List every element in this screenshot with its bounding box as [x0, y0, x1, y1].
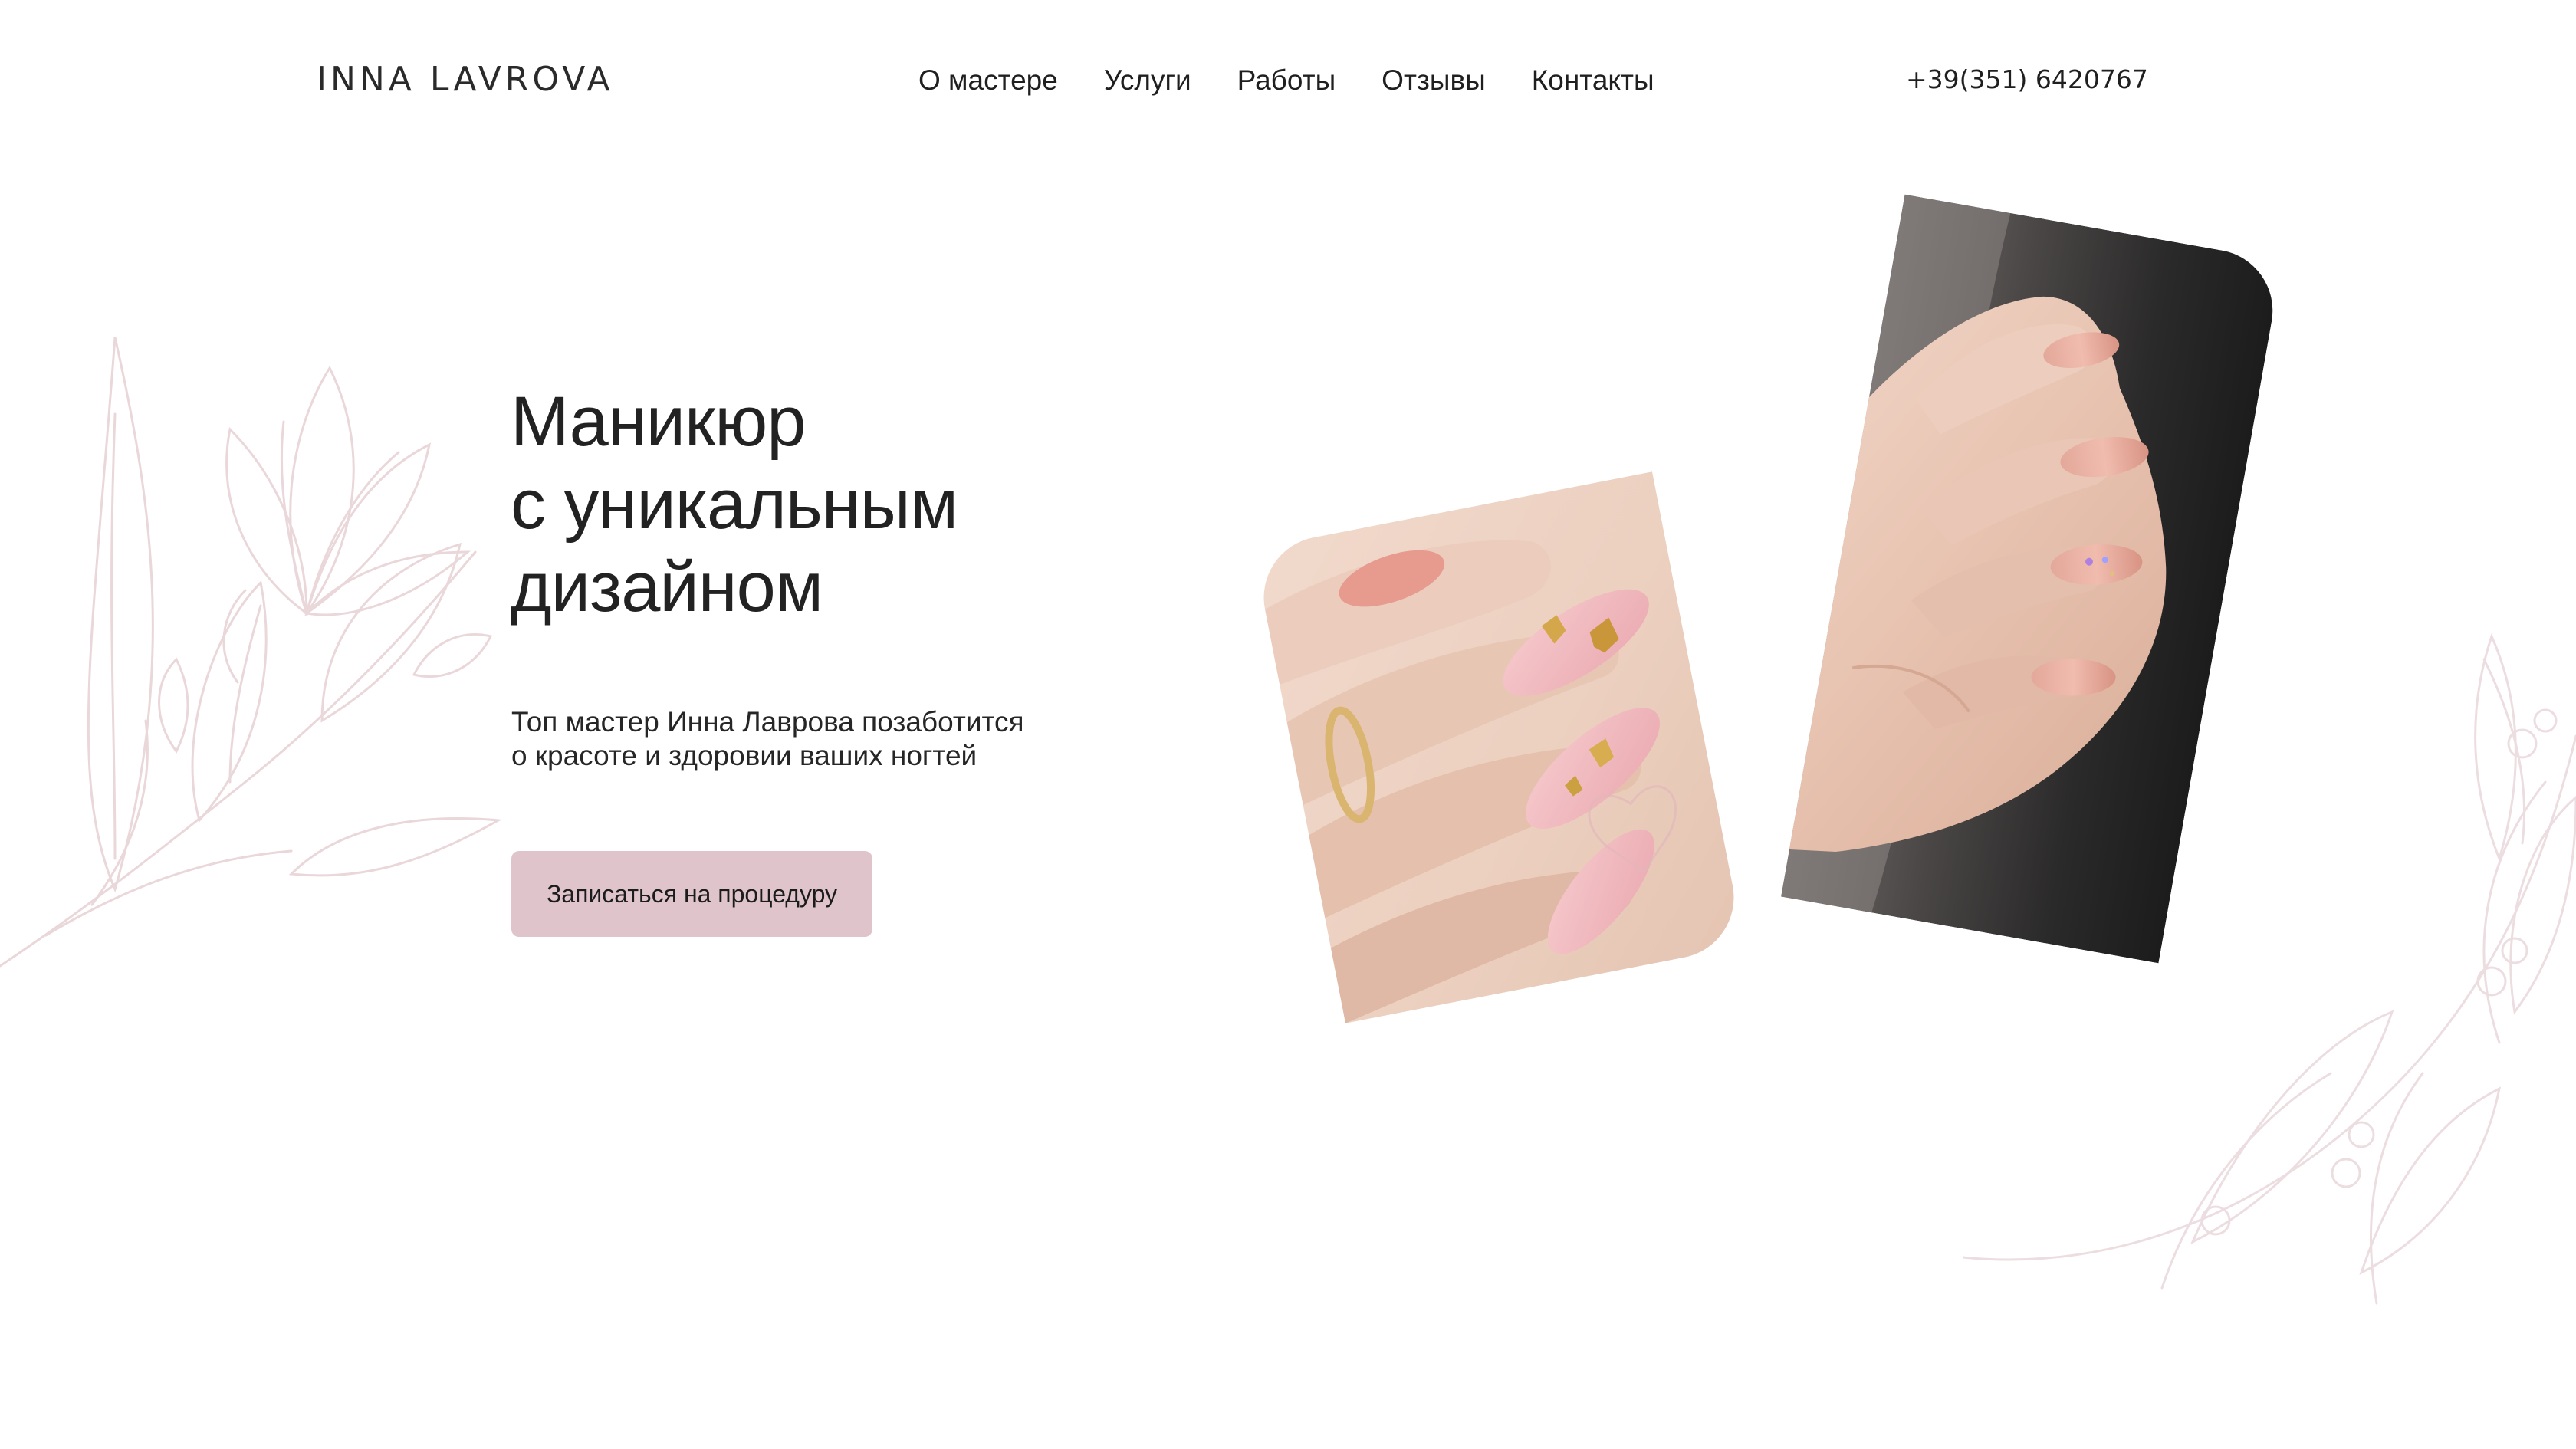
hero-title-line-2: с уникальным	[511, 465, 958, 544]
nav-contacts[interactable]: Контакты	[1532, 64, 1654, 97]
hero-title-line-3: дизайном	[511, 548, 823, 626]
nav-reviews[interactable]: Отзывы	[1382, 64, 1486, 97]
hero-subtitle: Топ мастер Инна Лаврова позаботится о кр…	[511, 705, 1024, 773]
nav-about[interactable]: О мастере	[918, 64, 1058, 97]
hero-title: Маникюр с уникальным дизайном	[511, 380, 958, 629]
hero-subtitle-line-1: Топ мастер Инна Лаврова позаботится	[511, 706, 1024, 738]
hero-subtitle-line-2: о красоте и здоровии ваших ногтей	[511, 740, 978, 771]
nav-works[interactable]: Работы	[1237, 64, 1336, 97]
nav-services[interactable]: Услуги	[1104, 64, 1191, 97]
logo[interactable]: INNA LAVROVA	[317, 60, 614, 99]
hero-title-line-1: Маникюр	[511, 383, 806, 461]
phone-link[interactable]: +39(351) 6420767	[1906, 64, 2148, 94]
floral-left-icon	[0, 337, 502, 968]
manicure-photo-hand	[1781, 194, 2282, 964]
main-nav: О мастере Услуги Работы Отзывы Контакты	[918, 64, 1654, 97]
manicure-photo-gold-foil	[1253, 472, 1745, 1024]
book-procedure-button[interactable]: Записаться на процедуру	[511, 851, 872, 937]
